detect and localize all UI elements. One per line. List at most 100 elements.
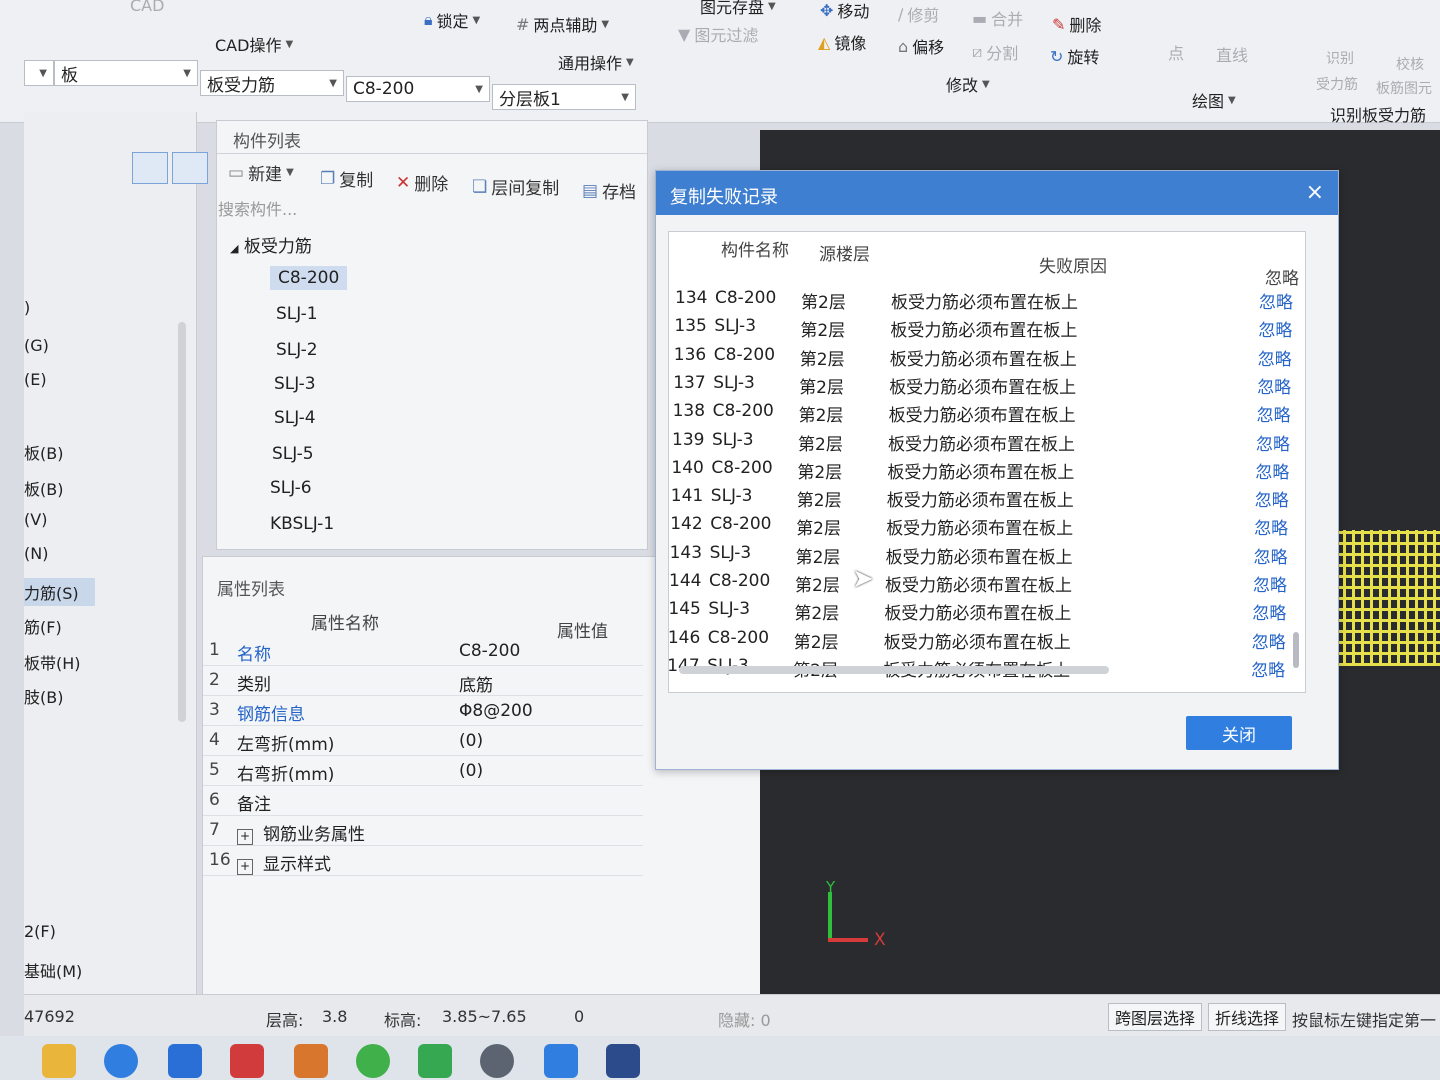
trim-button[interactable]: ∕ 修剪 bbox=[898, 2, 939, 26]
component-search-input[interactable]: 搜索构件... bbox=[218, 196, 642, 222]
nav-item[interactable]: (E) bbox=[24, 370, 47, 389]
dialog-title-bar[interactable]: 复制失败记录 × bbox=[656, 171, 1338, 215]
property-row-expandable[interactable]: 16 + 显示样式 bbox=[203, 846, 643, 876]
polyline-select-button[interactable]: 折线选择 bbox=[1208, 1003, 1287, 1031]
row-ignore-link[interactable]: 忽略 bbox=[1251, 656, 1285, 681]
split-button[interactable]: ⧄ 分割 bbox=[972, 40, 1018, 64]
green-app-icon[interactable] bbox=[418, 1044, 452, 1078]
vertical-scrollbar[interactable] bbox=[1293, 632, 1299, 668]
row-ignore-link[interactable]: 忽略 bbox=[1252, 599, 1286, 624]
nav-item[interactable]: 基础(M) bbox=[24, 958, 82, 982]
property-row[interactable]: 4 左弯折(mm) (0) bbox=[203, 726, 643, 756]
table-row[interactable]: 139 SLJ-3 第2层 板受力筋必须布置在板上 忽略 bbox=[669, 428, 1305, 456]
cad-ops-menu[interactable]: CAD操作 ▼ bbox=[215, 32, 293, 56]
nav-item[interactable]: 2(F) bbox=[24, 922, 56, 941]
table-row[interactable]: 134 C8-200 第2层 板受力筋必须布置在板上 忽略 bbox=[669, 286, 1305, 314]
edge-browser-icon[interactable] bbox=[104, 1044, 138, 1078]
merge-button[interactable]: ▬ 合并 bbox=[972, 6, 1023, 30]
tree-item[interactable]: SLJ-2 bbox=[276, 340, 318, 360]
verify-button[interactable]: 校核 bbox=[1396, 54, 1424, 74]
cad-partial[interactable]: CAD bbox=[130, 0, 164, 15]
row-ignore-link[interactable]: 忽略 bbox=[1252, 628, 1286, 653]
floor-combo[interactable]: ▼ bbox=[24, 60, 54, 86]
general-ops-menu[interactable]: 通用操作 ▼ bbox=[558, 50, 634, 74]
tree-item[interactable]: SLJ-4 bbox=[274, 408, 316, 428]
nav-item[interactable]: 板带(H) bbox=[24, 650, 81, 674]
nav-item[interactable]: 板(B) bbox=[24, 440, 63, 464]
element-type-combo[interactable]: 板 ▼ bbox=[54, 60, 198, 86]
two-point-axis-button[interactable]: # 两点辅助 ▼ bbox=[516, 12, 609, 36]
category-combo[interactable]: 板受力筋 ▼ bbox=[200, 70, 344, 96]
property-row-expandable[interactable]: 7 + 钢筋业务属性 bbox=[203, 816, 643, 846]
row-ignore-link[interactable]: 忽略 bbox=[1254, 514, 1288, 539]
property-row[interactable]: 3 钢筋信息 Φ8@200 bbox=[203, 696, 643, 726]
modify-group-label[interactable]: 修改 ▼ bbox=[946, 72, 990, 96]
close-icon[interactable]: × bbox=[1306, 180, 1324, 205]
element-filter-button[interactable]: ▼ 图元过滤 bbox=[678, 22, 758, 46]
horizontal-scrollbar[interactable] bbox=[679, 666, 1109, 674]
expand-plus-icon[interactable]: + bbox=[237, 829, 253, 845]
nav-scrollbar[interactable] bbox=[178, 322, 186, 722]
table-row[interactable]: 138 C8-200 第2层 板受力筋必须布置在板上 忽略 bbox=[669, 399, 1305, 427]
nav-item-slab-rebar-selected[interactable]: 力筋(S) bbox=[24, 578, 95, 606]
cross-layer-select-button[interactable]: 跨图层选择 bbox=[1108, 1003, 1203, 1031]
list-view-icon[interactable] bbox=[132, 152, 168, 184]
tree-item[interactable]: KBSLJ-1 bbox=[270, 514, 334, 534]
table-row[interactable]: 135 SLJ-3 第2层 板受力筋必须布置在板上 忽略 bbox=[669, 314, 1305, 342]
table-row[interactable]: 146 C8-200 第2层 板受力筋必须布置在板上 忽略 bbox=[669, 626, 1305, 654]
table-row[interactable]: 141 SLJ-3 第2层 板受力筋必须布置在板上 忽略 bbox=[669, 484, 1305, 512]
row-ignore-link[interactable]: 忽略 bbox=[1257, 401, 1291, 426]
table-row[interactable]: 140 C8-200 第2层 板受力筋必须布置在板上 忽略 bbox=[669, 456, 1305, 484]
lock-button[interactable]: 🔒︎ 锁定 ▼ bbox=[424, 8, 480, 32]
tree-item-selected[interactable]: C8-200 bbox=[270, 266, 348, 290]
matlab-icon[interactable] bbox=[294, 1044, 328, 1078]
point-button[interactable]: 点 bbox=[1168, 40, 1184, 64]
file-explorer-icon[interactable] bbox=[42, 1044, 76, 1078]
offset-button[interactable]: ⌂ 偏移 bbox=[898, 34, 944, 58]
table-row[interactable]: 143 SLJ-3 第2层 板受力筋必须布置在板上 忽略 bbox=[669, 541, 1305, 569]
detail-view-icon[interactable] bbox=[172, 152, 208, 184]
property-row[interactable]: 6 备注 bbox=[203, 786, 643, 816]
t-app-icon[interactable] bbox=[544, 1044, 578, 1078]
close-button[interactable]: 关闭 bbox=[1186, 716, 1292, 750]
nav-item[interactable]: 肢(B) bbox=[24, 684, 63, 708]
draw-group-label[interactable]: 绘图 ▼ bbox=[1192, 88, 1236, 112]
messenger-app-icon[interactable] bbox=[168, 1044, 202, 1078]
new-component-button[interactable]: ▭ 新建 ▼ bbox=[228, 160, 294, 186]
layer-combo[interactable]: 分层板1 ▼ bbox=[492, 84, 636, 110]
nav-item[interactable]: (G) bbox=[24, 336, 49, 355]
glodon-app-icon[interactable] bbox=[606, 1044, 640, 1078]
tree-item[interactable]: SLJ-3 bbox=[274, 374, 316, 394]
component-combo[interactable]: C8-200 ▼ bbox=[346, 76, 490, 102]
nav-item[interactable]: 筋(F) bbox=[24, 614, 62, 638]
rebar-element-button[interactable]: 板筋图元 bbox=[1376, 78, 1432, 98]
slab-rebar-button[interactable]: 受力筋 bbox=[1316, 74, 1358, 94]
wps-office-icon[interactable] bbox=[230, 1044, 264, 1078]
delete-button[interactable]: ✎ 删除 bbox=[1052, 12, 1101, 36]
rotate-button[interactable]: ↻ 旋转 bbox=[1050, 44, 1099, 68]
nav-item[interactable]: (V) bbox=[24, 510, 47, 529]
wechat-icon[interactable] bbox=[356, 1044, 390, 1078]
row-ignore-link[interactable]: 忽略 bbox=[1254, 543, 1288, 568]
tree-group-slab-rebar[interactable]: ◢ 板受力筋 bbox=[230, 232, 312, 257]
row-ignore-link[interactable]: 忽略 bbox=[1259, 288, 1293, 313]
row-ignore-link[interactable]: 忽略 bbox=[1255, 458, 1289, 483]
tree-item[interactable]: SLJ-5 bbox=[272, 444, 314, 464]
row-ignore-link[interactable]: 忽略 bbox=[1256, 430, 1290, 455]
tree-item[interactable]: SLJ-1 bbox=[276, 304, 318, 324]
table-row[interactable]: 145 SLJ-3 第2层 板受力筋必须布置在板上 忽略 bbox=[669, 597, 1305, 625]
move-button[interactable]: ✥ 移动 bbox=[820, 0, 869, 22]
table-row[interactable]: 137 SLJ-3 第2层 板受力筋必须布置在板上 忽略 bbox=[669, 371, 1305, 399]
line-button[interactable]: 直线 bbox=[1216, 42, 1248, 66]
expand-plus-icon[interactable]: + bbox=[237, 859, 253, 875]
property-row[interactable]: 1 名称 C8-200 bbox=[203, 636, 643, 666]
copy-component-button[interactable]: ❐ 复制 bbox=[320, 166, 373, 192]
delete-component-button[interactable]: ✕ 删除 bbox=[396, 170, 448, 196]
table-row[interactable]: 144 C8-200 第2层 板受力筋必须布置在板上 忽略 bbox=[669, 569, 1305, 597]
row-ignore-link[interactable]: 忽略 bbox=[1258, 345, 1292, 370]
identify-button[interactable]: 识别 bbox=[1326, 48, 1354, 68]
nav-item[interactable]: (N) bbox=[24, 544, 48, 563]
nav-item[interactable]: 板(B) bbox=[24, 476, 63, 500]
settings-gear-icon[interactable] bbox=[480, 1044, 514, 1078]
nav-item[interactable]: ) bbox=[24, 298, 30, 317]
